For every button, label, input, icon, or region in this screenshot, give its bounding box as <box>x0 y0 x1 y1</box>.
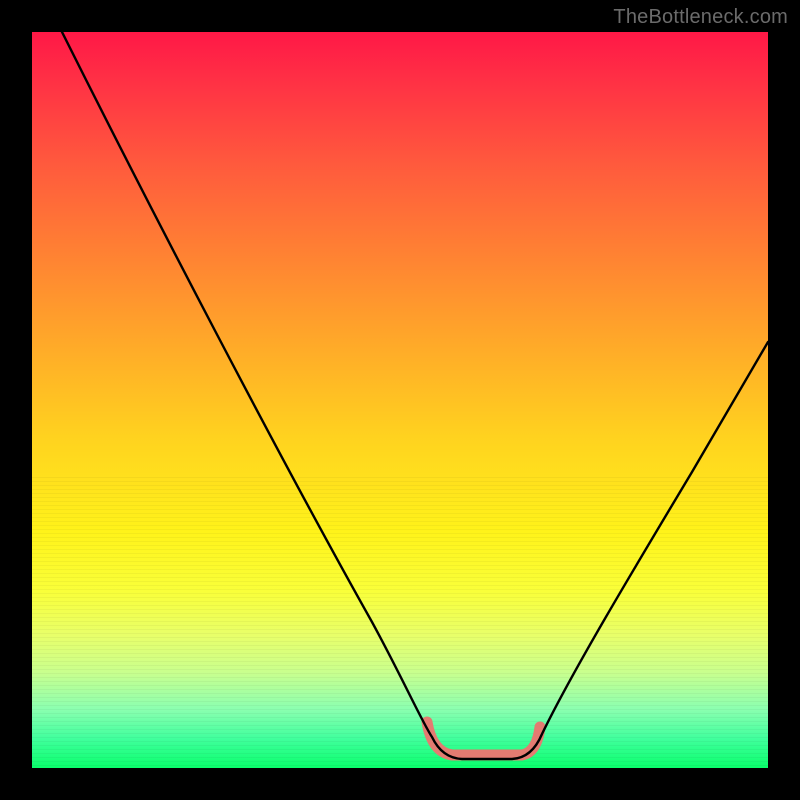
plot-area <box>32 32 768 768</box>
curve-path <box>62 32 768 759</box>
watermark-text: TheBottleneck.com <box>613 6 788 29</box>
chart-frame: TheBottleneck.com <box>0 0 800 800</box>
bottleneck-curve <box>32 32 768 768</box>
highlight-band-path <box>427 722 540 755</box>
